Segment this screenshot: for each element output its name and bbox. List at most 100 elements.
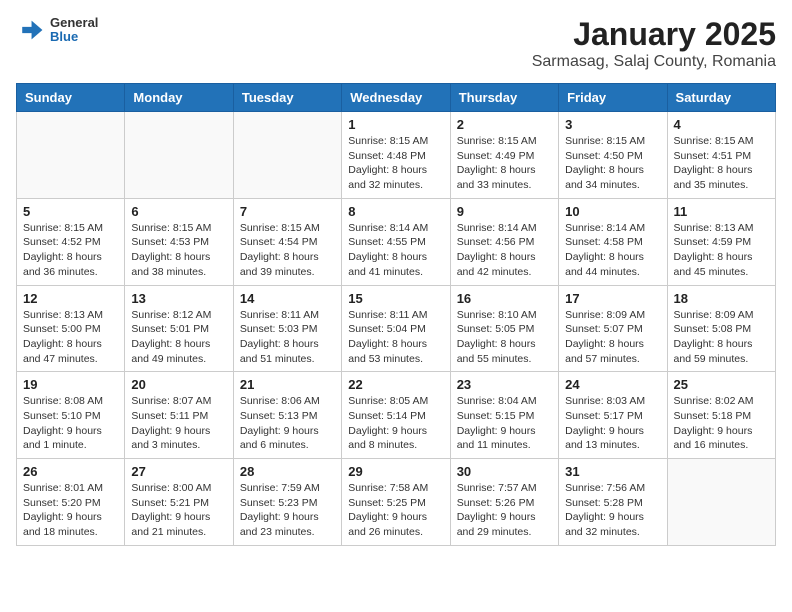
day-info: Sunrise: 8:01 AMSunset: 5:20 PMDaylight:… [23, 481, 118, 540]
calendar-cell: 19Sunrise: 8:08 AMSunset: 5:10 PMDayligh… [17, 372, 125, 459]
day-info: Sunrise: 8:15 AMSunset: 4:48 PMDaylight:… [348, 134, 443, 193]
day-info: Sunrise: 8:09 AMSunset: 5:08 PMDaylight:… [674, 308, 769, 367]
calendar-cell: 22Sunrise: 8:05 AMSunset: 5:14 PMDayligh… [342, 372, 450, 459]
day-info: Sunrise: 8:09 AMSunset: 5:07 PMDaylight:… [565, 308, 660, 367]
weekday-header: Thursday [450, 84, 558, 112]
title-block: January 2025 Sarmasag, Salaj County, Rom… [532, 16, 776, 71]
weekday-header: Friday [559, 84, 667, 112]
day-info: Sunrise: 8:14 AMSunset: 4:55 PMDaylight:… [348, 221, 443, 280]
day-number: 12 [23, 291, 118, 306]
day-number: 5 [23, 204, 118, 219]
day-info: Sunrise: 7:57 AMSunset: 5:26 PMDaylight:… [457, 481, 552, 540]
calendar-cell: 25 Sunrise: 8:02 AMSunset: 5:18 PMDayligh… [667, 372, 775, 459]
day-number: 21 [240, 377, 335, 392]
day-number: 18 [674, 291, 769, 306]
day-info: Sunrise: 8:11 AMSunset: 5:04 PMDaylight:… [348, 308, 443, 367]
day-info: Sunrise: 8:15 AMSunset: 4:51 PMDaylight:… [674, 134, 769, 193]
day-info: Sunrise: 8:12 AMSunset: 5:01 PMDaylight:… [131, 308, 226, 367]
calendar-cell: 6Sunrise: 8:15 AMSunset: 4:53 PMDaylight… [125, 198, 233, 285]
calendar-cell [233, 112, 341, 199]
calendar-cell: 10 Sunrise: 8:14 AMSunset: 4:58 PMDayligh… [559, 198, 667, 285]
calendar-cell: 26 Sunrise: 8:01 AMSunset: 5:20 PMDayligh… [17, 459, 125, 546]
day-number: 7 [240, 204, 335, 219]
week-row: 12Sunrise: 8:13 AMSunset: 5:00 PMDayligh… [17, 285, 776, 372]
day-number: 29 [348, 464, 443, 479]
calendar-cell: 29Sunrise: 7:58 AMSunset: 5:25 PMDayligh… [342, 459, 450, 546]
day-info: Sunrise: 8:07 AMSunset: 5:11 PMDaylight:… [131, 394, 226, 453]
logo-line2: Blue [50, 30, 98, 44]
day-info: Sunrise: 8:11 AMSunset: 5:03 PMDaylight:… [240, 308, 335, 367]
day-number: 20 [131, 377, 226, 392]
day-info: Sunrise: 8:03 AMSunset: 5:17 PMDaylight:… [565, 394, 660, 453]
calendar-cell: 2 Sunrise: 8:15 AMSunset: 4:49 PMDaylight… [450, 112, 558, 199]
day-number: 11 [674, 204, 769, 219]
calendar-cell: 12Sunrise: 8:13 AMSunset: 5:00 PMDayligh… [17, 285, 125, 372]
day-info: Sunrise: 7:59 AMSunset: 5:23 PMDaylight:… [240, 481, 335, 540]
calendar-cell: 18 Sunrise: 8:09 AMSunset: 5:08 PMDayligh… [667, 285, 775, 372]
calendar-cell: 28 Sunrise: 7:59 AMSunset: 5:23 PMDayligh… [233, 459, 341, 546]
calendar-cell: 24 Sunrise: 8:03 AMSunset: 5:17 PMDayligh… [559, 372, 667, 459]
day-number: 3 [565, 117, 660, 132]
day-info: Sunrise: 8:10 AMSunset: 5:05 PMDaylight:… [457, 308, 552, 367]
day-info: Sunrise: 8:15 AMSunset: 4:54 PMDaylight:… [240, 221, 335, 280]
day-info: Sunrise: 8:05 AMSunset: 5:14 PMDaylight:… [348, 394, 443, 453]
day-info: Sunrise: 8:15 AMSunset: 4:52 PMDaylight:… [23, 221, 118, 280]
calendar-cell: 21 Sunrise: 8:06 AMSunset: 5:13 PMDayligh… [233, 372, 341, 459]
day-number: 10 [565, 204, 660, 219]
week-row: 1Sunrise: 8:15 AMSunset: 4:48 PMDaylight… [17, 112, 776, 199]
day-number: 8 [348, 204, 443, 219]
calendar-table: SundayMondayTuesdayWednesdayThursdayFrid… [16, 83, 776, 546]
day-info: Sunrise: 8:04 AMSunset: 5:15 PMDaylight:… [457, 394, 552, 453]
day-info: Sunrise: 7:56 AMSunset: 5:28 PMDaylight:… [565, 481, 660, 540]
week-row: 5 Sunrise: 8:15 AMSunset: 4:52 PMDaylight… [17, 198, 776, 285]
day-info: Sunrise: 8:06 AMSunset: 5:13 PMDaylight:… [240, 394, 335, 453]
day-number: 26 [23, 464, 118, 479]
day-number: 17 [565, 291, 660, 306]
weekday-header: Saturday [667, 84, 775, 112]
day-number: 25 [674, 377, 769, 392]
logo-line1: General [50, 16, 98, 30]
calendar-cell: 31 Sunrise: 7:56 AMSunset: 5:28 PMDayligh… [559, 459, 667, 546]
day-number: 13 [131, 291, 226, 306]
logo: General Blue [16, 16, 98, 45]
weekday-header: Monday [125, 84, 233, 112]
weekday-header: Tuesday [233, 84, 341, 112]
day-info: Sunrise: 8:14 AMSunset: 4:58 PMDaylight:… [565, 221, 660, 280]
day-number: 15 [348, 291, 443, 306]
weekday-header-row: SundayMondayTuesdayWednesdayThursdayFrid… [17, 84, 776, 112]
day-number: 14 [240, 291, 335, 306]
page-header: General Blue January 2025 Sarmasag, Sala… [16, 16, 776, 71]
day-info: Sunrise: 8:00 AMSunset: 5:21 PMDaylight:… [131, 481, 226, 540]
calendar-cell: 5 Sunrise: 8:15 AMSunset: 4:52 PMDaylight… [17, 198, 125, 285]
calendar-cell [667, 459, 775, 546]
weekday-header: Sunday [17, 84, 125, 112]
day-info: Sunrise: 8:02 AMSunset: 5:18 PMDaylight:… [674, 394, 769, 453]
calendar-cell: 20 Sunrise: 8:07 AMSunset: 5:11 PMDayligh… [125, 372, 233, 459]
calendar-cell: 4Sunrise: 8:15 AMSunset: 4:51 PMDaylight… [667, 112, 775, 199]
calendar-cell: 16Sunrise: 8:10 AMSunset: 5:05 PMDayligh… [450, 285, 558, 372]
day-number: 31 [565, 464, 660, 479]
calendar-title: January 2025 [532, 16, 776, 53]
day-info: Sunrise: 8:15 AMSunset: 4:49 PMDaylight:… [457, 134, 552, 193]
calendar-cell: 9Sunrise: 8:14 AMSunset: 4:56 PMDaylight… [450, 198, 558, 285]
calendar-subtitle: Sarmasag, Salaj County, Romania [532, 53, 776, 71]
calendar-cell [17, 112, 125, 199]
weekday-header: Wednesday [342, 84, 450, 112]
day-number: 30 [457, 464, 552, 479]
calendar-cell: 8 Sunrise: 8:14 AMSunset: 4:55 PMDaylight… [342, 198, 450, 285]
day-info: Sunrise: 8:15 AMSunset: 4:50 PMDaylight:… [565, 134, 660, 193]
calendar-cell: 17 Sunrise: 8:09 AMSunset: 5:07 PMDayligh… [559, 285, 667, 372]
calendar-cell: 27Sunrise: 8:00 AMSunset: 5:21 PMDayligh… [125, 459, 233, 546]
day-number: 28 [240, 464, 335, 479]
week-row: 26 Sunrise: 8:01 AMSunset: 5:20 PMDayligh… [17, 459, 776, 546]
day-info: Sunrise: 8:13 AMSunset: 4:59 PMDaylight:… [674, 221, 769, 280]
day-number: 19 [23, 377, 118, 392]
logo-text: General Blue [50, 16, 98, 45]
calendar-cell: 30 Sunrise: 7:57 AMSunset: 5:26 PMDayligh… [450, 459, 558, 546]
day-number: 24 [565, 377, 660, 392]
day-number: 2 [457, 117, 552, 132]
day-number: 6 [131, 204, 226, 219]
calendar-cell: 15 Sunrise: 8:11 AMSunset: 5:04 PMDayligh… [342, 285, 450, 372]
logo-icon [16, 16, 44, 44]
calendar-cell: 1Sunrise: 8:15 AMSunset: 4:48 PMDaylight… [342, 112, 450, 199]
